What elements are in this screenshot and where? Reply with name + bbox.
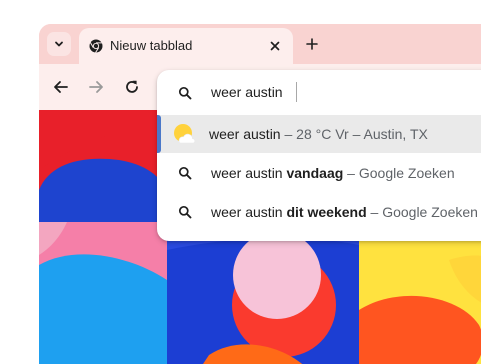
chrome-icon bbox=[89, 39, 103, 53]
suggestion-weather[interactable]: weer austin – 28 °C Vr – Austin, TX bbox=[157, 115, 481, 153]
suggestion-dit-weekend[interactable]: weer austin dit weekend – Google Zoeken bbox=[157, 193, 481, 231]
search-icon bbox=[178, 205, 192, 219]
suggestion-vandaag[interactable]: weer austin vandaag – Google Zoeken bbox=[157, 154, 481, 192]
tab-new-tab[interactable]: Nieuw tabblad bbox=[79, 28, 293, 64]
omnibox-dropdown: weer austin weer austin – 28 °C Vr – Aus… bbox=[157, 70, 481, 241]
tab-search-button[interactable] bbox=[47, 32, 71, 56]
arrow-left-icon[interactable] bbox=[52, 78, 70, 96]
reload-icon[interactable] bbox=[123, 78, 141, 96]
selection-indicator bbox=[157, 115, 161, 153]
chevron-down-icon bbox=[55, 41, 63, 47]
close-icon[interactable] bbox=[269, 40, 281, 52]
arrow-right-icon[interactable] bbox=[87, 78, 105, 96]
text-caret bbox=[296, 82, 297, 102]
omnibox-input[interactable]: weer austin bbox=[157, 70, 481, 114]
search-icon bbox=[178, 86, 192, 100]
suggestion-text: weer austin vandaag – Google Zoeken bbox=[211, 165, 455, 181]
omnibox-query[interactable]: weer austin bbox=[211, 84, 283, 100]
tab-strip: Nieuw tabblad bbox=[39, 24, 481, 64]
plus-icon[interactable] bbox=[305, 37, 319, 51]
suggestion-text: weer austin dit weekend – Google Zoeken bbox=[211, 204, 478, 220]
search-icon bbox=[178, 166, 192, 180]
weather-sun-cloud-icon bbox=[174, 124, 196, 144]
suggestion-text: weer austin – 28 °C Vr – Austin, TX bbox=[209, 126, 428, 142]
tab-title: Nieuw tabblad bbox=[110, 38, 193, 53]
